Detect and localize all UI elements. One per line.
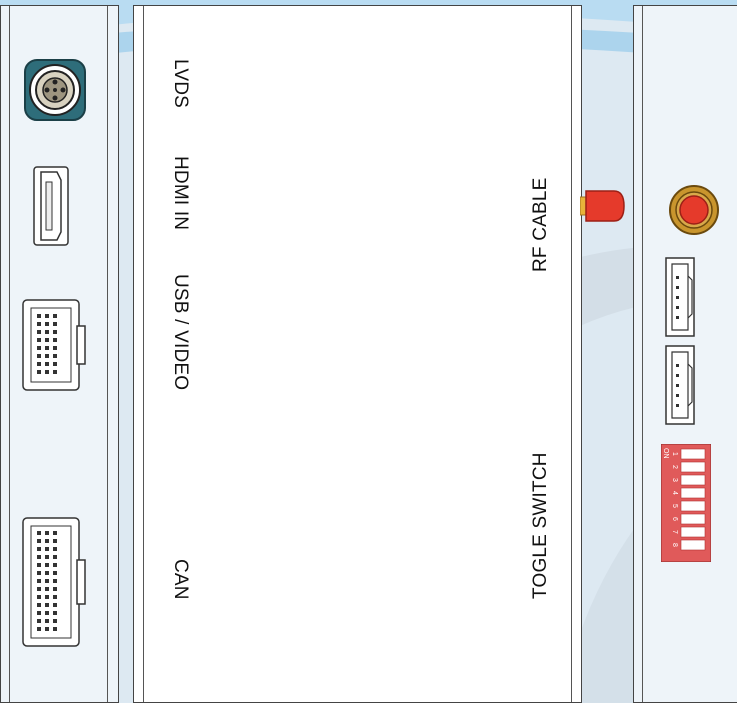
label-lvds: LVDS: [170, 59, 191, 109]
dip-number-5: 5: [671, 504, 678, 508]
center-label-panel: LVDS HDMI IN USB / VIDEO CAN RF CABLE TO…: [133, 5, 582, 703]
rf-jack-icon: [669, 185, 719, 235]
usb-port-2-icon: [665, 345, 695, 425]
label-can: CAN: [170, 559, 191, 600]
label-hdmi-in: HDMI IN: [170, 156, 191, 231]
dip-on-label: ON: [662, 448, 669, 459]
dip-number-3: 3: [671, 478, 678, 482]
dip-number-7: 7: [671, 530, 678, 534]
hdmi-port-icon: [33, 166, 69, 246]
dip-number-4: 4: [671, 491, 678, 495]
label-usb-video: USB / VIDEO: [170, 274, 191, 391]
left-connector-panel: [0, 5, 119, 703]
dip-number-6: 6: [671, 517, 678, 521]
can-connector-icon: [22, 517, 86, 647]
lvds-fakra-connector-icon: [24, 59, 86, 121]
usb-video-connector-icon: [22, 299, 86, 391]
center-panel-inner-frame: [143, 6, 572, 702]
dip-number-1: 1: [671, 452, 678, 456]
usb-port-1-icon: [665, 257, 695, 337]
dip-number-8: 8: [671, 543, 678, 547]
label-togle-switch: TOGLE SWITCH: [530, 452, 551, 599]
label-rf-cable: RF CABLE: [530, 177, 551, 272]
dip-number-2: 2: [671, 465, 678, 469]
rf-cable-plug-icon: [580, 190, 625, 222]
right-connector-panel: ON 1 2 3 4 5 6 7 8: [633, 5, 737, 703]
dip-switch-icon[interactable]: ON 1 2 3 4 5 6 7 8: [661, 444, 711, 562]
